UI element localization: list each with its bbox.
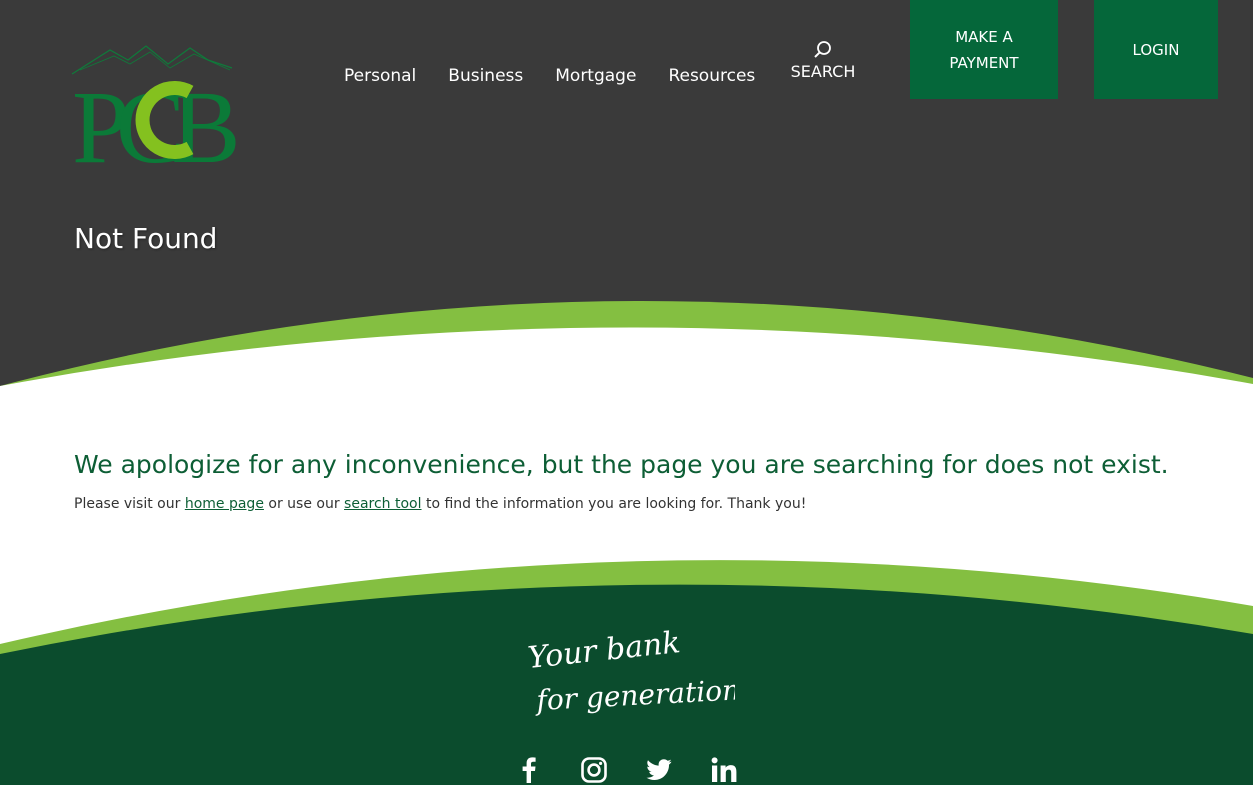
nav-item-mortgage[interactable]: Mortgage — [539, 62, 652, 90]
login-button[interactable]: LOGIN — [1094, 0, 1218, 99]
linkedin-icon — [711, 756, 737, 782]
main-nav: Personal Business Mortgage Resources — [336, 62, 771, 90]
info-text-part3: to find the information you are looking … — [421, 496, 807, 512]
logo-pcb[interactable]: PCB — [70, 40, 250, 185]
login-label: LOGIN — [1132, 40, 1180, 59]
header-curve — [0, 300, 1253, 410]
twitter-icon — [646, 758, 672, 780]
twitter-link[interactable] — [645, 754, 673, 785]
tagline-line1: Your bank — [526, 625, 682, 676]
instagram-link[interactable] — [580, 754, 608, 785]
payment-label-line2: PAYMENT — [949, 53, 1019, 72]
pcb-logo-icon: PCB — [71, 45, 250, 185]
apology-heading: We apologize for any inconvenience, but … — [74, 450, 1169, 479]
instagram-icon — [581, 756, 607, 783]
info-text-part1: Please visit our — [74, 496, 185, 512]
facebook-icon — [522, 756, 536, 783]
linkedin-link[interactable] — [710, 754, 738, 785]
nav-item-business[interactable]: Business — [432, 62, 539, 90]
info-text: Please visit our home page or use our se… — [74, 496, 806, 512]
info-text-part2: or use our — [263, 496, 345, 512]
page-title: Not Found — [74, 222, 218, 255]
search-label: SEARCH — [790, 62, 856, 81]
facebook-link[interactable] — [515, 754, 543, 785]
social-links — [515, 754, 738, 785]
logo-text: PCB — [72, 70, 236, 170]
tagline-script: Your bank for generations... — [526, 625, 735, 717]
tagline-line2: for generations... — [534, 671, 735, 717]
nav-item-personal[interactable]: Personal — [336, 62, 432, 90]
payment-label-line1: MAKE A — [955, 27, 1013, 46]
search-icon — [814, 41, 831, 58]
search-button[interactable]: SEARCH — [786, 40, 860, 81]
nav-item-resources[interactable]: Resources — [652, 62, 771, 90]
make-payment-button[interactable]: MAKE A PAYMENT — [910, 0, 1058, 99]
search-tool-link[interactable]: search tool — [344, 496, 421, 512]
home-page-link[interactable]: home page — [185, 496, 264, 512]
